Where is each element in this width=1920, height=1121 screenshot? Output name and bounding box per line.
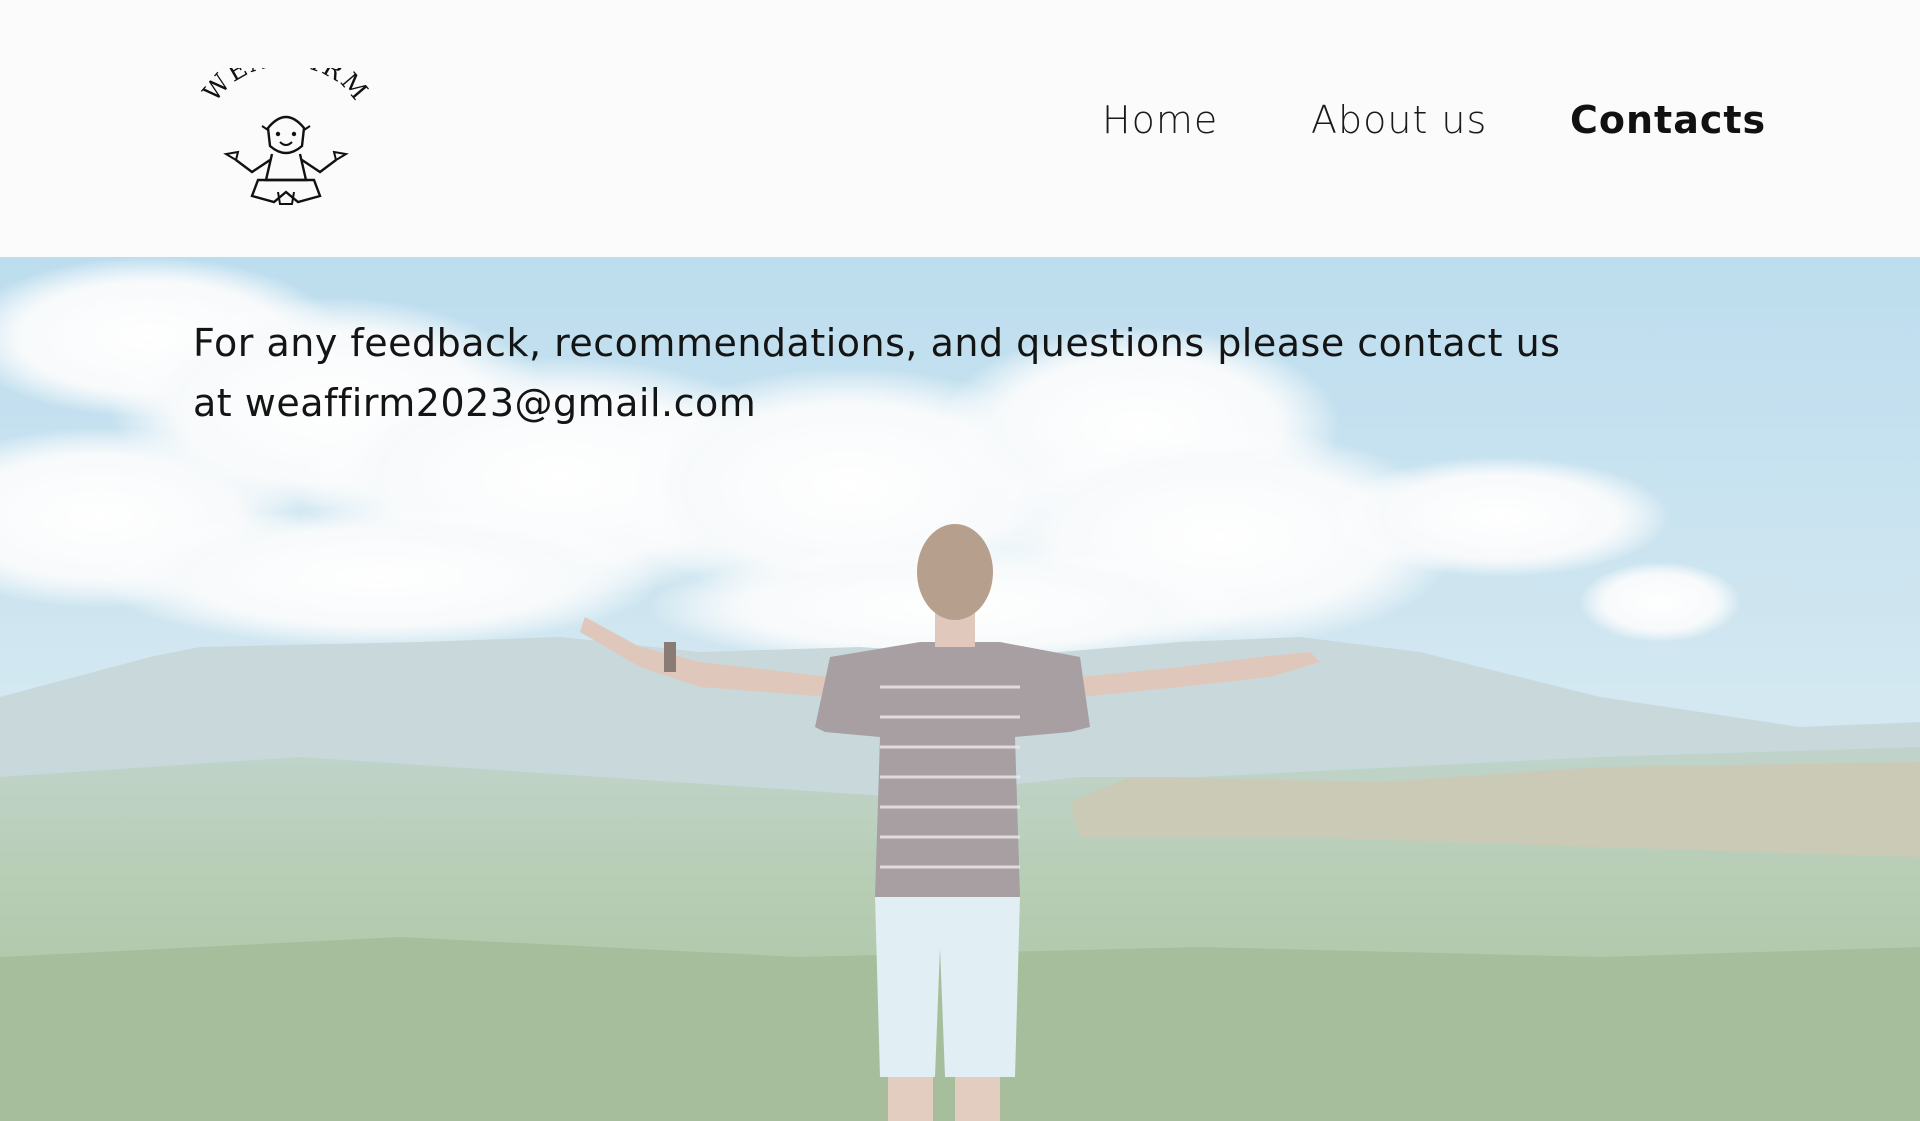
main-nav: Home About us Contacts [0,96,1920,146]
contact-message: For any feedback, recommendations, and q… [193,321,1561,425]
site-header: WEAFFIRM WEAFFIRM Home About us Contacts [0,0,1920,257]
nav-link-contacts[interactable]: Contacts [1570,96,1766,144]
hero-section: For any feedback, recommendations, and q… [0,257,1920,1121]
nav-link-home[interactable]: Home [1102,96,1218,144]
nav-link-about-us[interactable]: About us [1311,96,1487,144]
